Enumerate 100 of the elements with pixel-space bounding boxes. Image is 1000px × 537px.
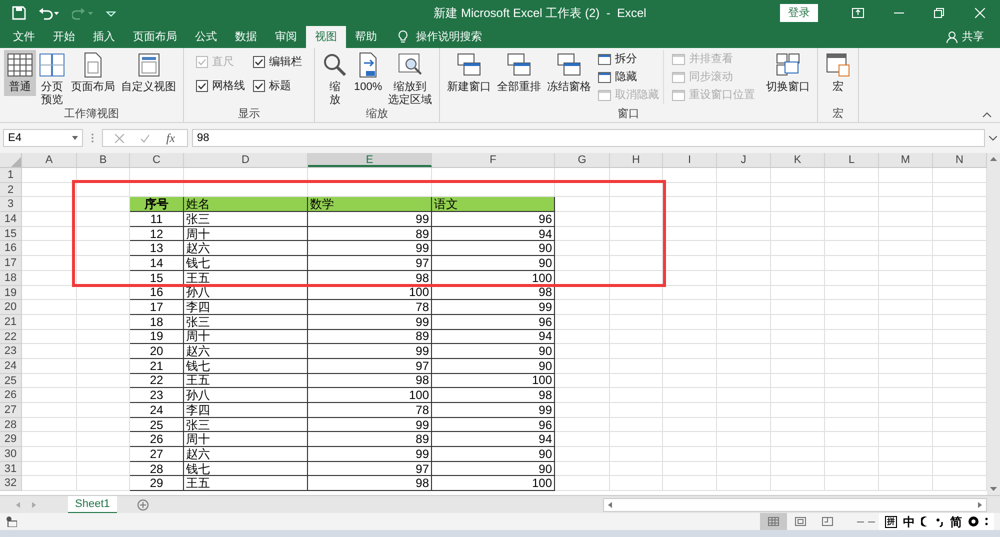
row-header[interactable]: 19 bbox=[0, 286, 22, 300]
grid-cell[interactable] bbox=[771, 300, 825, 315]
grid-cell[interactable] bbox=[555, 447, 610, 462]
column-header[interactable]: M bbox=[879, 153, 933, 167]
grid-cell[interactable] bbox=[771, 270, 825, 286]
grid-cell[interactable] bbox=[879, 168, 933, 183]
grid-cell[interactable] bbox=[610, 197, 663, 212]
grid-cell[interactable] bbox=[717, 418, 771, 432]
column-header[interactable]: K bbox=[771, 153, 825, 167]
grid-cell[interactable] bbox=[22, 447, 77, 462]
grid-cell[interactable] bbox=[825, 286, 879, 300]
grid-cell[interactable] bbox=[555, 358, 610, 374]
grid-cell[interactable] bbox=[555, 462, 610, 476]
row-header[interactable]: 29 bbox=[0, 432, 22, 448]
grid-cell[interactable] bbox=[771, 197, 825, 212]
grid-cell[interactable] bbox=[771, 447, 825, 462]
grid-cell[interactable] bbox=[610, 358, 663, 374]
sign-in-button[interactable]: 登录 bbox=[780, 4, 818, 22]
checkbox-option[interactable]: 标题 bbox=[253, 74, 302, 98]
grid-cell[interactable] bbox=[771, 241, 825, 256]
grid-cell[interactable] bbox=[879, 241, 933, 256]
grid-cell[interactable] bbox=[22, 270, 77, 286]
grid-cell[interactable] bbox=[879, 462, 933, 476]
more-icon[interactable] bbox=[985, 517, 988, 526]
grid-cell[interactable] bbox=[717, 374, 771, 388]
ime-mode[interactable]: 拼 bbox=[885, 516, 897, 528]
grid-cell[interactable] bbox=[555, 432, 610, 448]
row-header[interactable]: 28 bbox=[0, 418, 22, 432]
grid-cell[interactable] bbox=[610, 418, 663, 432]
grid-cell[interactable] bbox=[825, 388, 879, 403]
scroll-down-icon[interactable] bbox=[990, 487, 997, 492]
collapse-ribbon-icon[interactable] bbox=[982, 112, 992, 118]
grid-cell[interactable] bbox=[717, 462, 771, 476]
column-header[interactable]: I bbox=[663, 153, 717, 167]
grid-cell[interactable] bbox=[717, 286, 771, 300]
ribbon-button[interactable]: 宏 bbox=[822, 50, 854, 96]
grid-cell[interactable] bbox=[663, 197, 717, 212]
ribbon-button[interactable]: 新建窗口 bbox=[444, 50, 494, 96]
grid-cell[interactable] bbox=[879, 286, 933, 300]
ribbon-button[interactable]: 冻结窗格 bbox=[544, 50, 594, 96]
grid-cell[interactable] bbox=[663, 300, 717, 315]
ribbon-tab[interactable]: 帮助 bbox=[346, 26, 386, 48]
ribbon-tab[interactable]: 数据 bbox=[226, 26, 266, 48]
row-header[interactable]: 24 bbox=[0, 358, 22, 374]
column-header[interactable]: G bbox=[555, 153, 610, 167]
ime-script[interactable]: 简 bbox=[950, 512, 962, 530]
row-header[interactable]: 20 bbox=[0, 300, 22, 315]
grid-cell[interactable] bbox=[717, 226, 771, 242]
horizontal-scrollbar[interactable] bbox=[603, 498, 987, 512]
grid-cell[interactable] bbox=[717, 197, 771, 212]
save-icon[interactable] bbox=[12, 6, 26, 20]
row-header[interactable]: 15 bbox=[0, 226, 22, 242]
grid-cell[interactable] bbox=[771, 226, 825, 242]
grid-cell[interactable] bbox=[771, 182, 825, 198]
grid-cell[interactable] bbox=[555, 388, 610, 403]
grid-cell[interactable] bbox=[825, 344, 879, 359]
ribbon-option[interactable]: 隐藏 bbox=[598, 68, 660, 86]
grid-cell[interactable] bbox=[22, 182, 77, 198]
grid-cell[interactable] bbox=[610, 226, 663, 242]
grid-cell[interactable] bbox=[663, 241, 717, 256]
macro-record-icon[interactable] bbox=[6, 516, 17, 527]
grid-cell[interactable] bbox=[663, 256, 717, 271]
grid-cell[interactable] bbox=[771, 388, 825, 403]
grid-cell[interactable] bbox=[22, 168, 77, 183]
grid-cell[interactable] bbox=[663, 286, 717, 300]
grid-cell[interactable] bbox=[22, 241, 77, 256]
checkbox[interactable] bbox=[196, 80, 208, 92]
grid-cell[interactable] bbox=[825, 462, 879, 476]
grid-cell[interactable] bbox=[771, 314, 825, 330]
grid-cell[interactable] bbox=[22, 432, 77, 448]
grid-cell[interactable] bbox=[610, 256, 663, 271]
grid-cell[interactable] bbox=[879, 358, 933, 374]
grid-cell[interactable] bbox=[825, 330, 879, 344]
grid-cell[interactable] bbox=[22, 462, 77, 476]
grid-cell[interactable] bbox=[22, 374, 77, 388]
grid-cell[interactable] bbox=[22, 344, 77, 359]
grid-cell[interactable] bbox=[825, 374, 879, 388]
grid-cell[interactable] bbox=[771, 212, 825, 227]
grid-cell[interactable] bbox=[879, 388, 933, 403]
grid-cell[interactable] bbox=[825, 447, 879, 462]
enter-icon[interactable] bbox=[140, 134, 150, 142]
ribbon-button[interactable]: 100% bbox=[351, 50, 386, 96]
checkbox-option[interactable]: 编辑栏 bbox=[253, 50, 302, 74]
grid-cell[interactable] bbox=[555, 286, 610, 300]
scroll-up-icon[interactable] bbox=[990, 156, 997, 161]
vertical-scrollbar[interactable] bbox=[987, 153, 1000, 495]
grid-cell[interactable] bbox=[663, 330, 717, 344]
undo-icon[interactable] bbox=[38, 6, 60, 20]
grid-cell[interactable] bbox=[610, 447, 663, 462]
grid-cell[interactable] bbox=[663, 182, 717, 198]
grid-cell[interactable] bbox=[610, 241, 663, 256]
grid-cell[interactable] bbox=[825, 168, 879, 183]
punctuation-icon[interactable] bbox=[936, 516, 944, 526]
checkbox[interactable] bbox=[253, 80, 265, 92]
grid-cell[interactable] bbox=[555, 241, 610, 256]
grid-cell[interactable] bbox=[555, 403, 610, 418]
row-header[interactable]: 3 bbox=[0, 197, 22, 212]
ribbon-button[interactable]: 页面布局 bbox=[68, 50, 118, 96]
grid-cell[interactable] bbox=[879, 270, 933, 286]
grid-cell[interactable] bbox=[610, 374, 663, 388]
